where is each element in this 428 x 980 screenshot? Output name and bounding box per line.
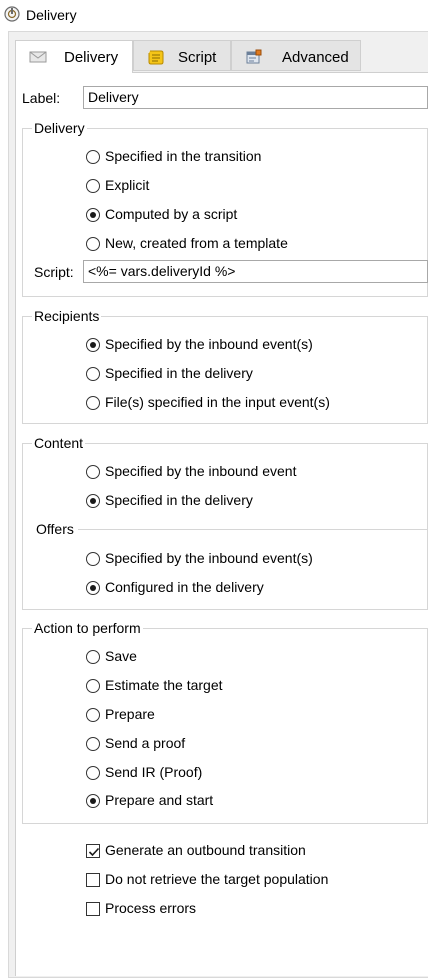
content-group-title: Content [32,435,86,451]
radio-button-selected[interactable] [86,208,100,222]
delivery-group-title: Delivery [32,120,87,136]
option-label: Process errors [105,900,197,916]
window-title: Delivery [26,7,77,23]
tab-label: Script [178,49,217,66]
offers-divider [78,529,428,530]
action-group-title: Action to perform [32,620,143,636]
script-label: Script: [34,264,74,280]
offers-title: Offers [34,521,76,537]
radio-button[interactable] [86,552,100,566]
window-title-bar: Delivery [0,0,428,30]
checkmark-icon [88,847,100,857]
activity-icon [4,6,20,22]
action-group [22,628,428,824]
radio-button[interactable] [86,465,100,479]
tab-label: Delivery [64,49,119,66]
option-label: Send a proof [105,735,186,751]
radio-button-selected[interactable] [86,338,100,352]
label-input[interactable]: Delivery [83,86,428,109]
checkbox[interactable] [86,873,100,887]
tab-advanced[interactable]: Advanced [231,40,361,71]
radio-button[interactable] [86,396,100,410]
tab-script[interactable]: Script [133,40,231,71]
script-icon [148,50,164,65]
tab-label: Advanced [282,49,349,66]
radio-button[interactable] [86,766,100,780]
option-label: Explicit [105,177,150,193]
option-label: Prepare [105,706,155,722]
advanced-settings-icon [246,49,262,64]
option-label: Save [105,648,137,664]
radio-button-selected[interactable] [86,494,100,508]
radio-button[interactable] [86,737,100,751]
tab-delivery[interactable]: Delivery [15,40,133,73]
option-label: Configured in the delivery [105,579,264,595]
radio-button[interactable] [86,150,100,164]
radio-button-selected[interactable] [86,581,100,595]
radio-button[interactable] [86,179,100,193]
option-label: New, created from a template [105,235,288,251]
label-field-label: Label: [22,90,61,106]
option-label: Estimate the target [105,677,223,693]
option-label: Prepare and start [105,792,214,808]
option-label: Specified by the inbound event(s) [105,550,313,566]
recipients-group-title: Recipients [32,308,102,324]
radio-button[interactable] [86,708,100,722]
radio-button[interactable] [86,367,100,381]
option-label: Generate an outbound transition [105,842,306,858]
option-label: File(s) specified in the input event(s) [105,394,330,410]
radio-button[interactable] [86,650,100,664]
option-label: Specified in the delivery [105,365,253,381]
tab-bar: Delivery Script Advanced [15,40,428,73]
option-label: Specified in the transition [105,148,262,164]
option-label: Specified in the delivery [105,492,253,508]
option-label: Computed by a script [105,206,238,222]
radio-button-selected[interactable] [86,794,100,808]
radio-button[interactable] [86,237,100,251]
envelope-icon [29,51,47,63]
script-input[interactable]: <%= vars.deliveryId %> [83,260,428,283]
checkbox[interactable] [86,902,100,916]
option-label: Specified by the inbound event(s) [105,336,313,352]
checkbox-checked[interactable] [86,844,100,858]
option-label: Specified by the inbound event [105,463,297,479]
radio-button[interactable] [86,679,100,693]
option-label: Do not retrieve the target population [105,871,329,887]
option-label: Send IR (Proof) [105,764,203,780]
